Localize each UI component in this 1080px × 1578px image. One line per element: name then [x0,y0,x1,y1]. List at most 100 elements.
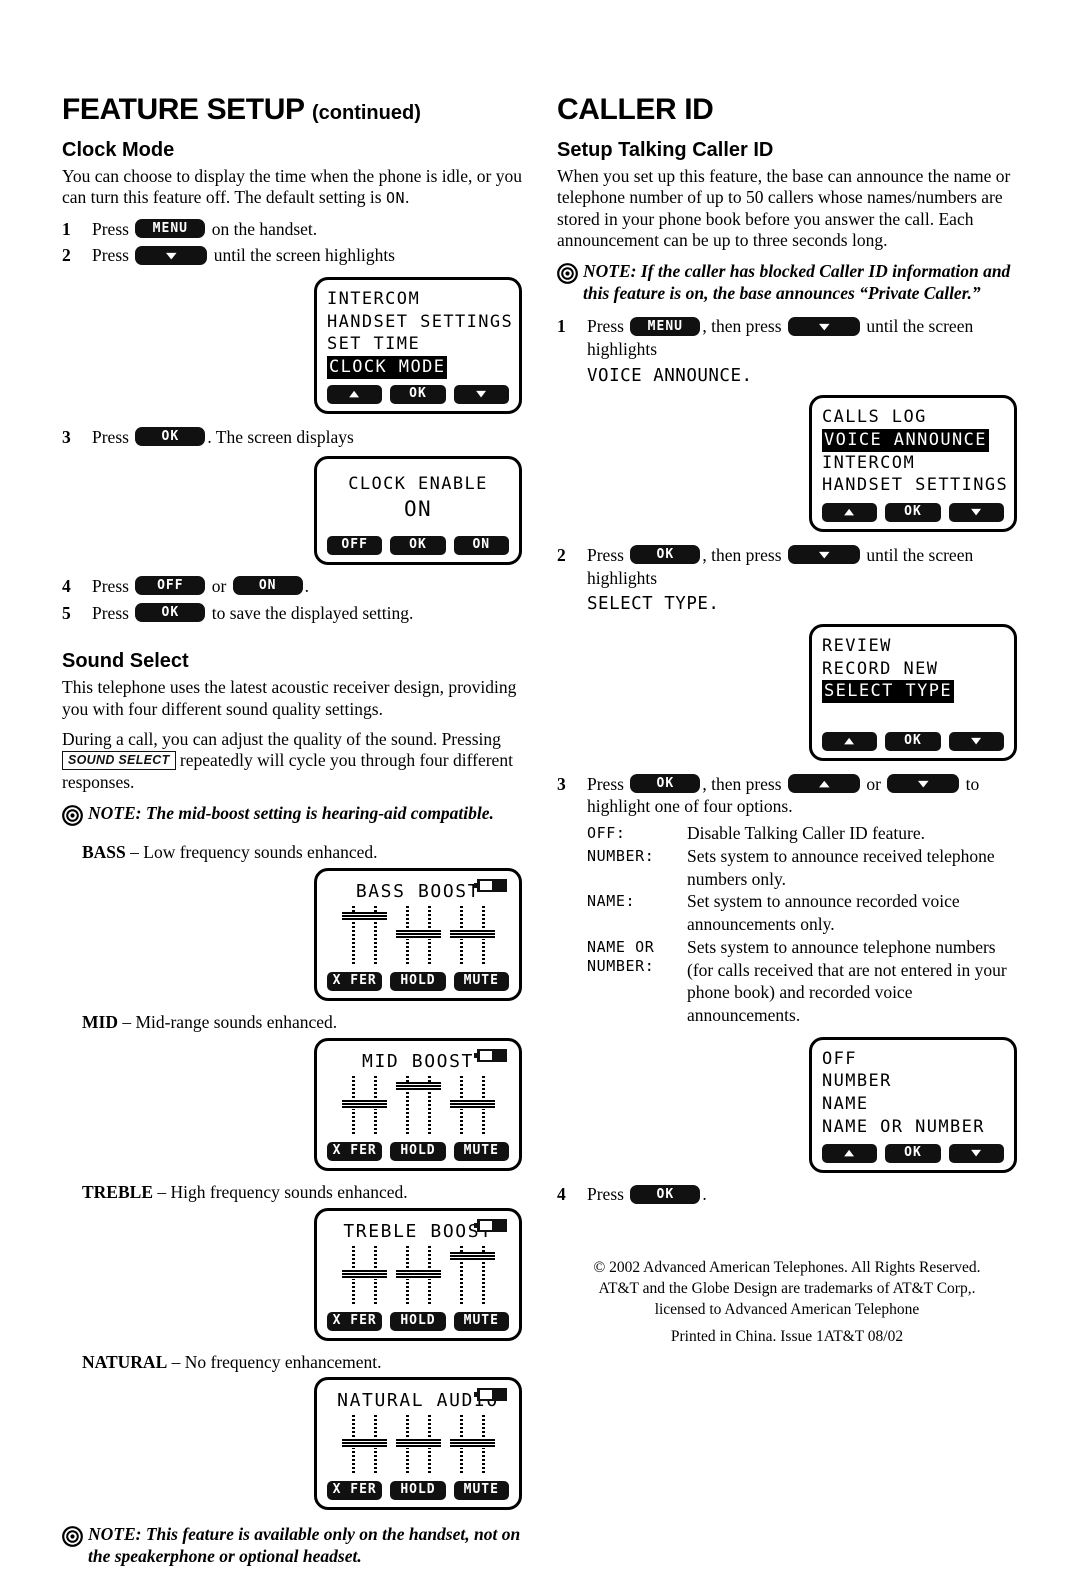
down-arrow-key[interactable]: ▼ [887,773,960,793]
softkey-hold[interactable]: HOLD [390,1311,446,1331]
chevron-up-icon: ▲ [818,776,830,790]
right-column: CALLER ID Setup Talking Caller ID When y… [557,95,1017,1210]
step-5: 5 Press OK to save the displayed setting… [62,602,522,625]
dash: – [122,1012,132,1033]
setup-talking-caller-id-heading: Setup Talking Caller ID [557,139,774,161]
softkey-up[interactable]: ▲ [822,1144,878,1164]
eq-slider[interactable] [363,1245,387,1306]
softkey-ok[interactable]: OK [885,502,941,522]
softkey-up[interactable]: ▲ [327,384,383,404]
softkey-on[interactable]: ON [453,535,509,555]
down-arrow-key[interactable]: ▼ [135,245,208,265]
softkey-hold[interactable]: HOLD [390,972,446,992]
eq-slider[interactable] [417,1415,441,1476]
softkey-down[interactable]: ▼ [453,384,509,404]
eq-slider[interactable] [363,906,387,967]
softkey-xfer[interactable]: X FER [327,1311,383,1331]
softkey-xfer[interactable]: X FER [327,972,383,992]
mode-description-natural: NATURAL – No frequency enhancement. [82,1351,522,1374]
eq-slider[interactable] [363,1415,387,1476]
eq-slider[interactable] [341,1245,365,1306]
option-term: NUMBER: [587,846,655,865]
softkey-off[interactable]: OFF [327,535,383,555]
lcd-softkey-row: X FER HOLD MUTE [327,972,509,992]
eq-slider[interactable] [395,1415,419,1476]
eq-group-low [341,1075,387,1136]
softkey-xfer[interactable]: X FER [327,1481,383,1501]
note-body: This feature is available only on the ha… [88,1524,521,1567]
up-arrow-key[interactable]: ▲ [787,773,860,793]
step-mid: , then press [702,544,782,565]
sound-select-key[interactable]: SOUND SELECT [62,750,176,771]
note-label: NOTE: [88,1524,142,1545]
eq-slider[interactable] [449,906,473,967]
softkey-up[interactable]: ▲ [822,502,878,522]
menu-key[interactable]: MENU [135,219,206,239]
option-name-or-number: NAME OR NUMBER: Sets system to announce t… [587,936,1017,1027]
step-tail: until the screen highlights [213,245,395,266]
note-label: NOTE: [583,261,637,282]
eq-slider[interactable] [395,1245,419,1306]
softkey-ok[interactable]: OK [885,1144,941,1164]
softkey-hold[interactable]: HOLD [390,1141,446,1161]
eq-slider[interactable] [395,906,419,967]
eq-slider[interactable] [363,1075,387,1136]
down-arrow-key[interactable]: ▼ [787,545,860,565]
eq-slider[interactable] [471,1075,495,1136]
eq-slider[interactable] [449,1245,473,1306]
note-text: NOTE: This feature is available only on … [88,1524,522,1568]
softkey-mute[interactable]: MUTE [453,972,509,992]
ok-key[interactable]: OK [135,427,206,447]
lcd-softkey-row: X FER HOLD MUTE [327,1481,509,1501]
eq-slider[interactable] [471,1245,495,1306]
lcd-eq-bass: BASS BOOST X FER HOLD MUTE [314,868,522,1002]
softkey-mute[interactable]: MUTE [453,1141,509,1161]
softkey-down[interactable]: ▼ [948,1144,1004,1164]
down-arrow-key[interactable]: ▼ [787,316,860,336]
step-number: 1 [62,218,71,239]
footer-line-2: AT&T and the Globe Design are trademarks… [598,1279,976,1297]
manual-page: FEATURE SETUP (continued) Clock Mode You… [0,0,1080,1566]
eq-slider[interactable] [341,1415,365,1476]
ok-key[interactable]: OK [630,545,701,565]
softkey-xfer[interactable]: X FER [327,1141,383,1161]
eq-slider[interactable] [449,1075,473,1136]
eq-sliders [327,1074,509,1136]
dash: – [171,1351,181,1372]
step-mid: , then press [702,316,782,337]
eq-slider[interactable] [417,1245,441,1306]
chevron-down-icon: ▼ [475,386,488,400]
ok-key[interactable]: OK [630,1184,701,1204]
softkey-mute[interactable]: MUTE [453,1311,509,1331]
softkey-ok[interactable]: OK [885,731,941,751]
dash: – [157,1181,167,1202]
step-verb: Press [587,316,624,337]
eq-slider[interactable] [395,1075,419,1136]
softkey-down[interactable]: ▼ [948,731,1004,751]
off-key[interactable]: OFF [135,576,206,596]
eq-slider[interactable] [449,1415,473,1476]
softkey-ok[interactable]: OK [390,535,446,555]
eq-slider[interactable] [471,906,495,967]
option-number: NUMBER: Sets system to announce received… [587,845,1017,891]
eq-slider[interactable] [417,1075,441,1136]
eq-sliders [327,1413,509,1476]
ok-key[interactable]: OK [135,603,206,623]
softkey-up[interactable]: ▲ [822,731,878,751]
on-key[interactable]: ON [232,576,303,596]
step-number: 2 [557,544,566,565]
ok-key[interactable]: OK [630,773,701,793]
eq-slider[interactable] [341,906,365,967]
softkey-hold[interactable]: HOLD [390,1481,446,1501]
eq-slider[interactable] [341,1075,365,1136]
softkey-mute[interactable]: MUTE [453,1481,509,1501]
chevron-down-icon: ▼ [970,733,983,747]
step-1: 1 Press MENU, then press ▼ until the scr… [557,315,1017,361]
lcd-eq-treble: TREBLE BOOST X FER HOLD MUTE [314,1207,522,1341]
option-term: OFF: [587,824,626,842]
eq-slider[interactable] [417,906,441,967]
eq-slider[interactable] [471,1415,495,1476]
softkey-down[interactable]: ▼ [948,502,1004,522]
menu-key[interactable]: MENU [630,316,701,336]
softkey-ok[interactable]: OK [390,384,446,404]
